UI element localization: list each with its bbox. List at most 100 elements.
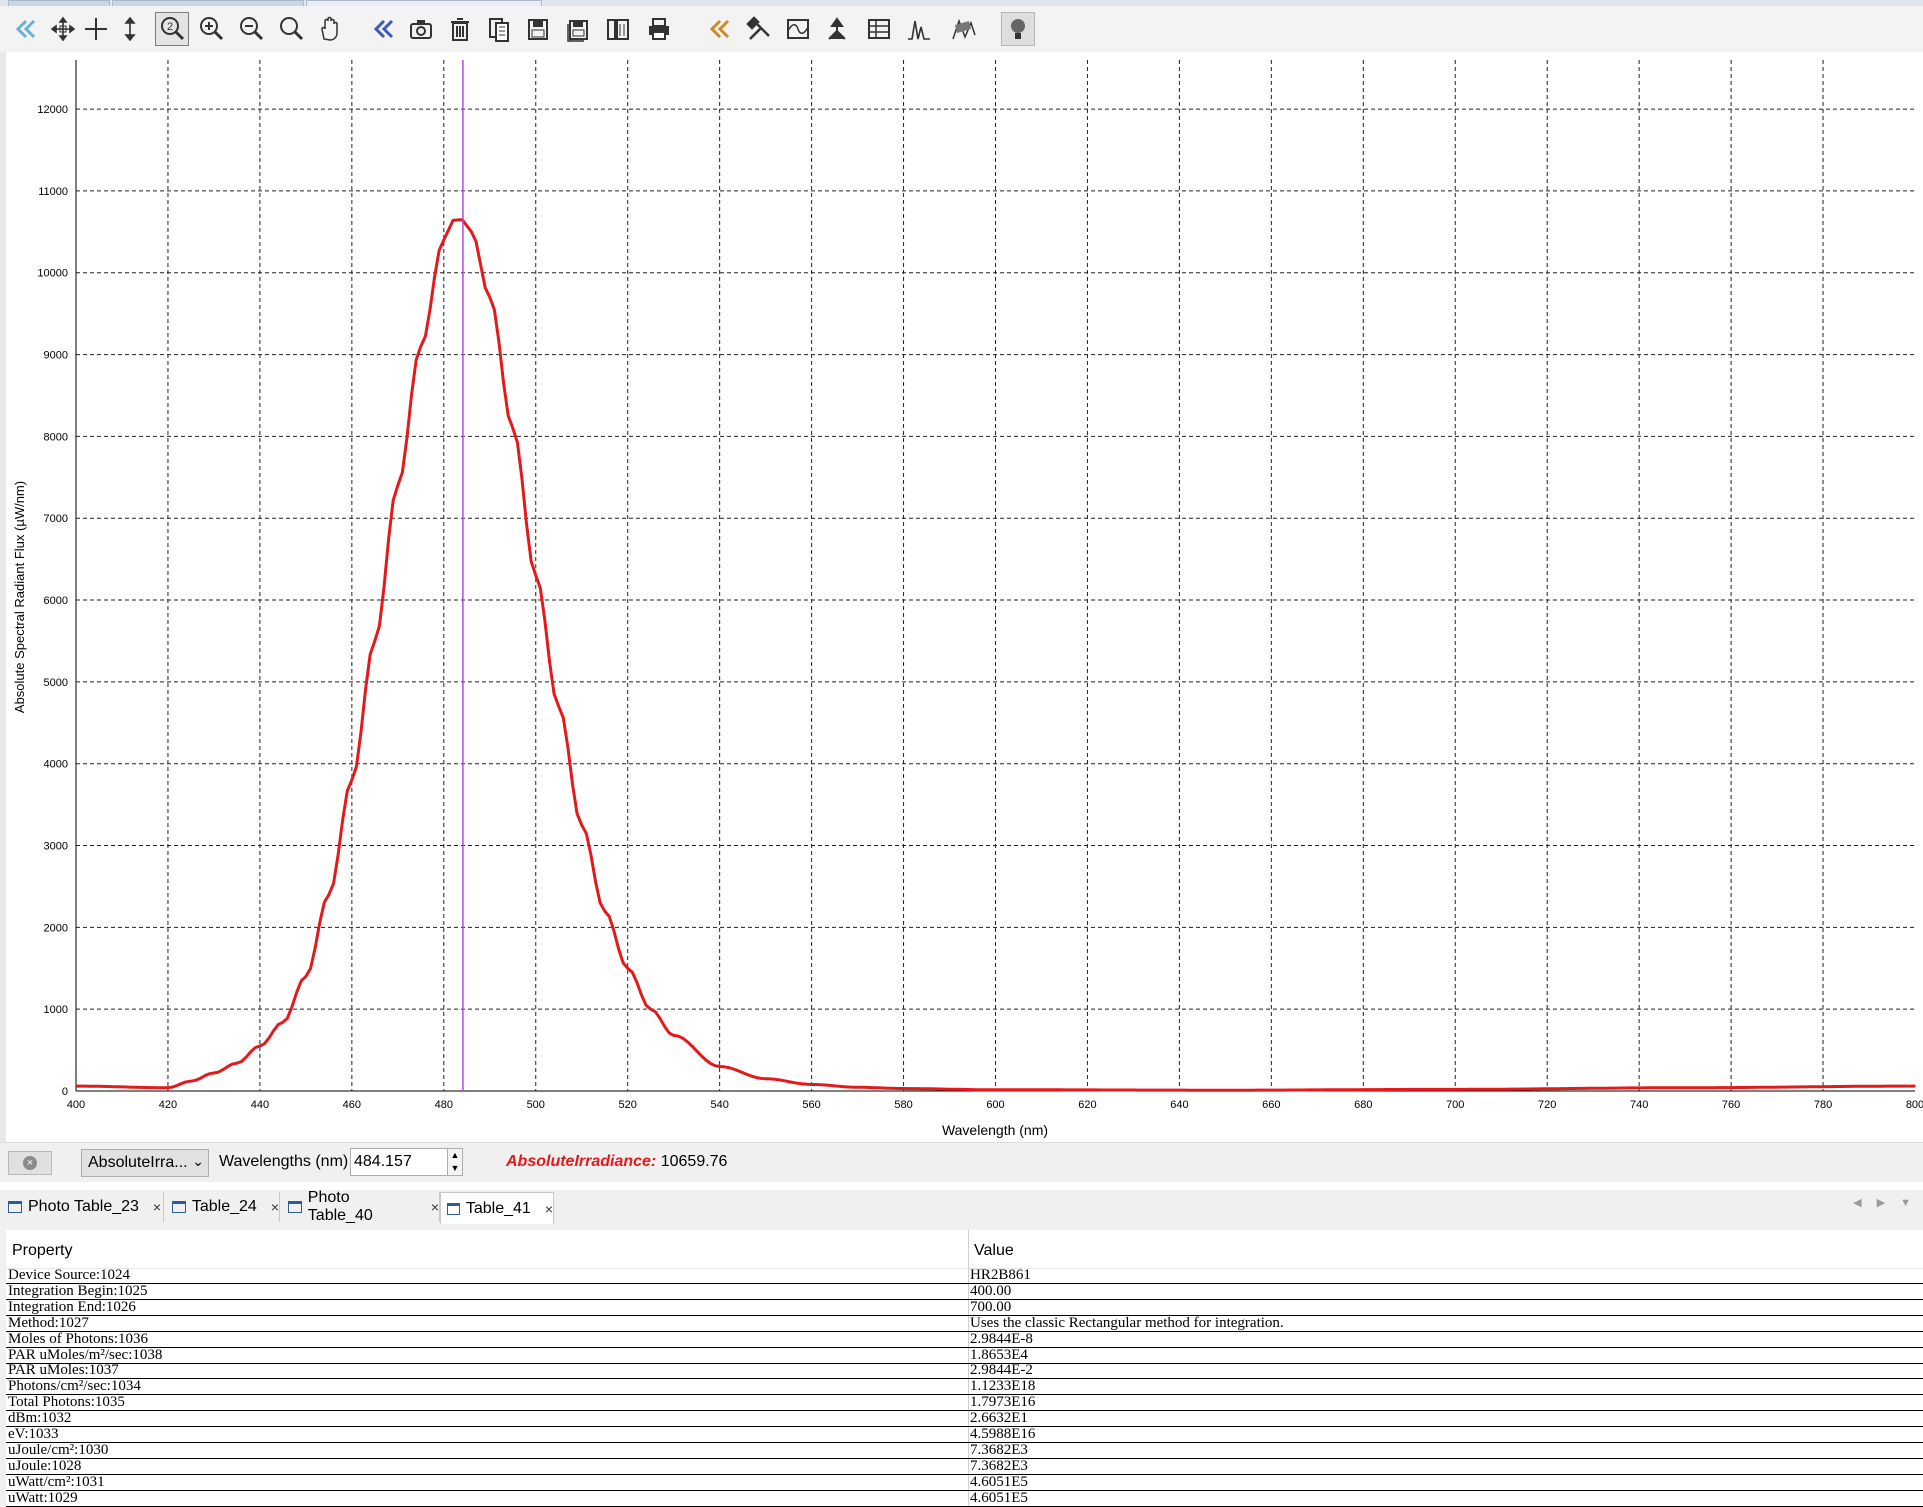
y-tick-label: 2000 bbox=[44, 922, 68, 934]
table-row[interactable]: Moles of Photons:1036 2.9844E-8 bbox=[6, 1331, 1923, 1348]
spectrum-point bbox=[452, 219, 454, 222]
tab-photo-table-23[interactable]: Photo Table_23 × bbox=[2, 1192, 164, 1222]
close-icon[interactable]: × bbox=[153, 1199, 161, 1215]
spectrum-point bbox=[580, 824, 583, 826]
tab-scroll-controls[interactable]: ◀ ▶ ▼ bbox=[1853, 1196, 1917, 1209]
spectrum-point bbox=[902, 1087, 905, 1090]
tab-photo-table-40[interactable]: Photo Table_40 × bbox=[282, 1189, 440, 1224]
table-row[interactable]: uJoule:1028 7.3682E3 bbox=[6, 1457, 1923, 1475]
spectrum-point bbox=[443, 239, 445, 241]
double-chevron-left-blue-icon bbox=[373, 19, 394, 39]
cursor-controls: × AbsoluteIrra... ⌄ Wavelengths (nm) 484… bbox=[0, 1142, 1923, 1183]
table-row[interactable]: dBm:1032 2.6632E1 bbox=[6, 1410, 1923, 1428]
property-cell: Integration End:1026 bbox=[8, 1298, 136, 1315]
waveform-button[interactable] bbox=[781, 12, 815, 46]
save-all-button[interactable] bbox=[561, 12, 595, 46]
header-value[interactable]: Value bbox=[974, 1242, 1014, 1260]
close-icon[interactable]: × bbox=[271, 1199, 279, 1215]
flags-button[interactable] bbox=[946, 12, 980, 46]
peak-button[interactable] bbox=[820, 12, 854, 46]
zoom-button[interactable] bbox=[274, 12, 308, 46]
spin-up-icon[interactable]: ▲ bbox=[451, 1150, 460, 1160]
close-icon[interactable]: × bbox=[545, 1201, 553, 1217]
overlay-button[interactable] bbox=[482, 12, 516, 46]
value-cell: 2.6632E1 bbox=[970, 1410, 1028, 1427]
table-row[interactable]: uWatt/cm²:1031 4.6051E5 bbox=[6, 1473, 1923, 1491]
properties-panel: Property Value Device Source:1024 HR2B861… bbox=[0, 1224, 1923, 1507]
table-row[interactable]: Integration End:1026 700.00 bbox=[6, 1298, 1923, 1316]
zoom-2-icon: 2 bbox=[161, 17, 185, 41]
x-tick-label: 600 bbox=[986, 1099, 1004, 1111]
table-row[interactable]: Total Photons:1035 1.7973E16 bbox=[6, 1394, 1923, 1412]
move-cross-button[interactable] bbox=[46, 12, 80, 46]
save-button[interactable] bbox=[521, 12, 555, 46]
print-button[interactable] bbox=[642, 12, 676, 46]
snapshot-button[interactable] bbox=[404, 12, 438, 46]
zoom-auto-button[interactable]: 2 bbox=[155, 12, 189, 46]
value-cell: 1.7973E16 bbox=[970, 1394, 1036, 1411]
lamp-button[interactable] bbox=[1001, 12, 1035, 46]
spin-down-icon[interactable]: ▼ bbox=[451, 1163, 460, 1173]
value-cell: 1.8653E4 bbox=[970, 1346, 1028, 1363]
x-axis-label: Wavelength (nm) bbox=[942, 1122, 1048, 1138]
graph-back-button[interactable] bbox=[9, 12, 43, 46]
x-tick-label: 440 bbox=[251, 1099, 269, 1111]
property-cell: uWatt:1029 bbox=[8, 1489, 78, 1506]
zoom-out-button[interactable] bbox=[234, 12, 268, 46]
value-cell: 4.6051E5 bbox=[970, 1473, 1028, 1490]
crosshair-button[interactable] bbox=[79, 12, 113, 46]
export-button[interactable] bbox=[601, 12, 635, 46]
peaks-button[interactable] bbox=[902, 12, 936, 46]
x-tick-label: 700 bbox=[1446, 1099, 1464, 1111]
spectrum-point bbox=[190, 1080, 192, 1082]
clear-cursor-button[interactable]: × bbox=[8, 1151, 52, 1175]
y-tick-label: 10000 bbox=[37, 268, 68, 280]
x-tick-label: 520 bbox=[619, 1099, 637, 1111]
y-tick-label: 0 bbox=[62, 1086, 68, 1098]
table-button[interactable] bbox=[862, 12, 896, 46]
spectrum-point bbox=[1914, 1085, 1916, 1087]
series-select[interactable]: AbsoluteIrra... ⌄ bbox=[81, 1149, 209, 1177]
collapse-button[interactable] bbox=[703, 12, 737, 46]
table-row[interactable]: Method:1027 Uses the classic Rectangular … bbox=[6, 1315, 1923, 1332]
table-row[interactable]: PAR uMoles:1037 2.9844E-2 bbox=[6, 1362, 1923, 1380]
close-icon[interactable]: × bbox=[431, 1199, 439, 1215]
property-cell: uJoule:1028 bbox=[8, 1457, 82, 1474]
spectrum-chart[interactable]: 400 420 440 460 480 500 520 540 560 580 600 620 640 6… bbox=[0, 52, 1923, 1142]
delete-button[interactable] bbox=[443, 12, 477, 46]
tools-button[interactable] bbox=[742, 12, 776, 46]
spectrum-chart-svg[interactable]: 400 420 440 460 480 500 520 540 560 580 600 620 640 6… bbox=[0, 52, 1923, 1142]
spectrum-point bbox=[672, 1034, 675, 1037]
wavelength-spinner[interactable]: ▲ ▼ bbox=[447, 1148, 463, 1176]
pan-button[interactable] bbox=[313, 12, 347, 46]
previous-button[interactable] bbox=[367, 12, 401, 46]
tab-table-24[interactable]: Table_24 × bbox=[166, 1192, 280, 1222]
value-cell: 400.00 bbox=[970, 1282, 1012, 1299]
tab-table-41[interactable]: Table_41 × bbox=[440, 1192, 554, 1224]
lightbulb-icon bbox=[1011, 19, 1025, 39]
property-cell: PAR uMoles/m²/sec:1038 bbox=[8, 1346, 163, 1363]
x-tick-label: 680 bbox=[1354, 1099, 1372, 1111]
wavelength-input[interactable]: 484.157 bbox=[350, 1148, 448, 1176]
x-tick-label: 420 bbox=[159, 1099, 177, 1111]
table-row[interactable]: uJoule/cm²:1030 7.3682E3 bbox=[6, 1442, 1923, 1459]
header-property[interactable]: Property bbox=[12, 1242, 72, 1260]
value-cell: 4.5988E16 bbox=[970, 1426, 1036, 1442]
table-row[interactable]: uWatt:1029 4.6051E5 bbox=[6, 1489, 1923, 1507]
spectrum-point bbox=[236, 1062, 238, 1064]
peaks-icon bbox=[908, 20, 930, 40]
table-row[interactable]: Device Source:1024 HR2B861 bbox=[6, 1267, 1923, 1284]
table-row[interactable]: eV:1033 4.5988E16 bbox=[6, 1426, 1923, 1443]
zoom-out-icon bbox=[240, 17, 264, 41]
table-header: Property Value bbox=[6, 1230, 1923, 1269]
waveform-icon bbox=[787, 19, 809, 39]
flags-icon bbox=[952, 18, 976, 40]
vertical-arrow-button[interactable] bbox=[113, 12, 147, 46]
tab-label: Photo Table_40 bbox=[307, 1189, 373, 1224]
close-circle-icon: × bbox=[23, 1156, 37, 1170]
table-row[interactable]: Photons/cm²/sec:1034 1.1233E18 bbox=[6, 1378, 1923, 1396]
table-row[interactable]: PAR uMoles/m²/sec:1038 1.8653E4 bbox=[6, 1346, 1923, 1364]
zoom-in-button[interactable] bbox=[194, 12, 228, 46]
y-tick-label: 4000 bbox=[44, 759, 68, 771]
table-row[interactable]: Integration Begin:1025 400.00 bbox=[6, 1282, 1923, 1300]
